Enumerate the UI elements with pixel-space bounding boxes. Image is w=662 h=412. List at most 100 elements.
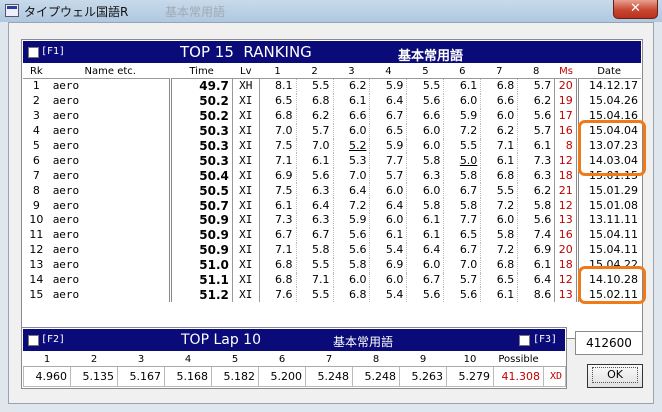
time-cell: 50.3 bbox=[199, 153, 229, 168]
split-cell: 5.8 bbox=[480, 227, 518, 243]
split-cell: 6.2 bbox=[480, 123, 518, 139]
miss-cell: 12 bbox=[554, 153, 578, 169]
split-cell: 7.1 bbox=[275, 243, 293, 257]
lap-col-header: Possible bbox=[493, 352, 544, 367]
rank-cell: 5 bbox=[32, 139, 40, 152]
lap-value-cell: 5.263 bbox=[399, 366, 447, 387]
miss-cell: 18 bbox=[554, 168, 578, 184]
ranking-row: 7 aero 50.4 XI 6.9 5.6 7.0 5.7 6.3 5.8 6.8 6.3 18 15.… bbox=[23, 168, 641, 184]
level-cell: XI bbox=[231, 242, 260, 258]
split-cell: 7.7 bbox=[443, 213, 481, 228]
lap-key-label-right: [F3] bbox=[533, 334, 558, 345]
split-cell: 7.0 bbox=[443, 257, 481, 273]
split-cell: 6.9 bbox=[275, 168, 293, 182]
level-cell: XI bbox=[231, 257, 260, 273]
level-cell: XI bbox=[231, 198, 260, 214]
lap-subtitle: 基本常用語 bbox=[333, 335, 394, 349]
date-cell: 15.01.29 bbox=[575, 183, 641, 199]
date-cell: 15.04.11 bbox=[575, 227, 641, 243]
split-cell: 6.1 bbox=[275, 198, 293, 212]
split-cell: 5.5 bbox=[443, 138, 481, 154]
rank-cell: 4 bbox=[32, 124, 40, 138]
split-cell: 6.8 bbox=[332, 287, 370, 303]
split-cell: 6.4 bbox=[369, 198, 407, 214]
ranking-col-header: 4 bbox=[369, 64, 407, 79]
split-cell: 6.8 bbox=[480, 168, 518, 184]
name-cell: aero bbox=[49, 183, 173, 199]
miss-cell: 19 bbox=[554, 93, 578, 109]
rank-cell: 15 bbox=[29, 287, 44, 301]
split-cell: 6.4 bbox=[406, 242, 444, 258]
split-cell: 8.1 bbox=[275, 79, 293, 93]
score-display: 412600 bbox=[575, 331, 643, 355]
ranking-col-header: Ms bbox=[554, 64, 578, 79]
name-cell: aero bbox=[49, 123, 173, 139]
split-cell: 7.1 bbox=[275, 153, 293, 167]
lap-grade-cell: XD bbox=[543, 366, 566, 387]
lap-title: TOP Lap 10 bbox=[181, 332, 261, 348]
split-cell: 6.9 bbox=[369, 257, 407, 273]
split-cell: 6.1 bbox=[369, 227, 407, 243]
lap-value-cell: 5.200 bbox=[258, 366, 306, 387]
lap-col-header: 9 bbox=[399, 352, 447, 367]
split-cell: 6.4 bbox=[332, 183, 370, 199]
ranking-col-header: Rk bbox=[23, 64, 50, 79]
split-cell: 6.7 bbox=[295, 227, 333, 243]
split-cell: 6.0 bbox=[332, 123, 370, 139]
ranking-checkbox[interactable] bbox=[28, 47, 39, 58]
lap-checkbox-right[interactable] bbox=[519, 335, 530, 346]
miss-cell: 16 bbox=[554, 227, 578, 243]
highlight-box-top bbox=[578, 120, 646, 176]
split-cell: 5.4 bbox=[369, 242, 407, 258]
split-cell: 6.5 bbox=[275, 94, 293, 108]
window-title-ghost: 基本常用語 bbox=[165, 5, 226, 19]
split-cell: 6.4 bbox=[517, 272, 555, 288]
split-cell: 6.0 bbox=[406, 138, 444, 154]
split-cell: 6.3 bbox=[295, 183, 333, 199]
split-cell: 5.6 bbox=[295, 168, 333, 184]
ranking-row: 4 aero 50.3 XI 7.0 5.7 6.0 6.5 6.0 7.2 6.2 5.7 16 15.… bbox=[23, 123, 641, 139]
split-cell: 6.5 bbox=[369, 123, 407, 139]
split-cell: 5.7 bbox=[443, 272, 481, 288]
name-cell: aero bbox=[49, 93, 173, 109]
level-cell: XI bbox=[231, 138, 260, 154]
ranking-col-header: Time bbox=[170, 64, 233, 79]
rank-cell: 14 bbox=[29, 273, 44, 287]
lap-col-header: 4 bbox=[164, 352, 212, 367]
ranking-row: 5 aero 50.3 XI 7.5 7.0 5.2 5.9 6.0 5.5 7.1 6.1 8 13.0… bbox=[23, 138, 641, 154]
split-cell: 5.8 bbox=[517, 198, 555, 214]
split-cell: 6.6 bbox=[480, 93, 518, 109]
split-cell: 6.0 bbox=[369, 213, 407, 228]
lap-value-cell: 5.135 bbox=[70, 366, 118, 387]
lap-value-cell: 5.167 bbox=[117, 366, 165, 387]
level-cell: XI bbox=[231, 93, 260, 109]
name-cell: aero bbox=[49, 108, 173, 124]
date-cell: 15.04.26 bbox=[575, 93, 641, 109]
split-cell: 5.5 bbox=[406, 78, 444, 94]
level-cell: XI bbox=[231, 227, 260, 243]
app-icon bbox=[5, 4, 19, 17]
split-cell: 5.9 bbox=[443, 108, 481, 124]
miss-cell: 20 bbox=[554, 78, 578, 94]
split-cell: 6.0 bbox=[480, 108, 518, 124]
split-cell: 5.8 bbox=[332, 257, 370, 273]
window-title: タイプウェル国語R bbox=[24, 5, 129, 19]
split-cell: 5.2 bbox=[332, 138, 370, 154]
ok-button[interactable]: OK bbox=[587, 364, 643, 388]
split-cell: 5.6 bbox=[517, 213, 555, 228]
split-cell: 5.6 bbox=[406, 287, 444, 303]
miss-cell: 18 bbox=[554, 257, 578, 273]
split-cell: 5.8 bbox=[443, 198, 481, 214]
rank-cell: 1 bbox=[32, 79, 40, 93]
ranking-key-label: [F1] bbox=[41, 46, 66, 57]
lap-col-header: 8 bbox=[352, 352, 400, 367]
time-cell: 50.4 bbox=[199, 168, 229, 183]
split-cell: 6.4 bbox=[295, 198, 333, 214]
lap-col-header-blank bbox=[543, 352, 566, 367]
close-button[interactable]: ✕ bbox=[613, 0, 658, 19]
lap-checkbox[interactable] bbox=[28, 335, 39, 346]
split-cell: 7.0 bbox=[295, 138, 333, 154]
time-cell: 51.2 bbox=[199, 287, 229, 302]
lap-col-header: 5 bbox=[211, 352, 259, 367]
name-cell: aero bbox=[49, 272, 173, 288]
